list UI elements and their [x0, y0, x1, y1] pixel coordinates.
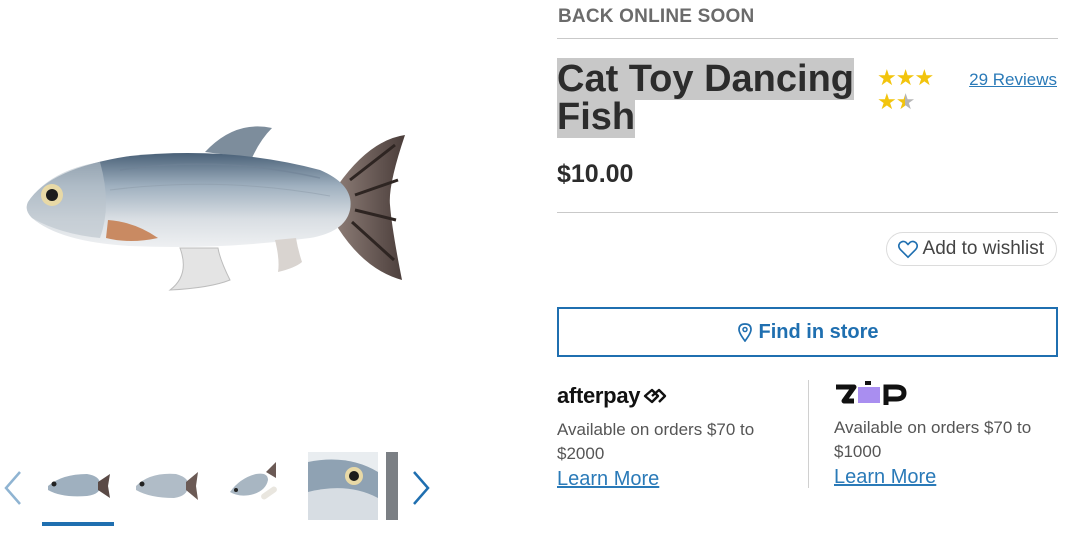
carousel-next-button[interactable] [406, 468, 434, 508]
product-title: Cat Toy Dancing Fish [557, 58, 871, 138]
thumbnail-carousel [0, 452, 440, 532]
thumbnail-3[interactable] [220, 452, 290, 520]
fish-thumbnail-image [136, 472, 198, 500]
chevron-right-icon [413, 471, 430, 505]
thumbnail-5[interactable] [386, 452, 398, 520]
product-gallery [0, 0, 520, 535]
star-icon: ★ [877, 89, 897, 114]
star-icon: ★ [914, 65, 934, 90]
afterpay-arrows-icon [644, 388, 667, 404]
product-main-image[interactable] [20, 110, 415, 310]
fish-thumbnail-image [308, 452, 378, 520]
location-pin-icon [737, 323, 752, 342]
zip-logo: zip [834, 378, 1058, 410]
thumbnail-1[interactable] [42, 452, 112, 520]
zip-logo-mark [836, 381, 907, 405]
divider [557, 38, 1058, 39]
find-store-label: Find in store [758, 320, 879, 343]
star-icon: ★ [877, 65, 897, 90]
fish-thumbnail-image [48, 474, 110, 498]
product-price: $10.00 [557, 160, 634, 188]
zip-learn-more-link[interactable]: Learn More [834, 466, 936, 489]
afterpay-block: afterpay Available on orders $70 to $200… [557, 378, 797, 491]
star-icon: ★ [895, 65, 916, 90]
chevron-left-icon [4, 471, 21, 505]
product-info-panel: BACK ONLINE SOON Cat Toy Dancing Fish ★★… [557, 0, 1058, 535]
afterpay-learn-more-link[interactable]: Learn More [557, 468, 659, 491]
afterpay-description: Available on orders $70 to $2000 [557, 420, 755, 463]
heart-icon [897, 240, 918, 259]
availability-status: BACK ONLINE SOON [558, 6, 755, 27]
thumbnail-2[interactable] [132, 452, 202, 520]
carousel-prev-button[interactable] [0, 468, 28, 508]
rating-stars: ★★★ ★★ [877, 66, 953, 114]
add-to-wishlist-button[interactable]: Add to wishlist [885, 232, 1057, 266]
afterpay-logo: afterpay [557, 378, 797, 414]
product-title-text: Cat Toy Dancing Fish [557, 58, 854, 138]
fish-thumbnail-image [230, 462, 277, 500]
zip-block: zip Available on orders $70 to $1000 Lea… [834, 378, 1058, 489]
active-thumbnail-indicator [42, 522, 114, 526]
afterpay-logo-text: afterpay [557, 383, 641, 408]
find-in-store-button[interactable]: Find in store [557, 307, 1058, 357]
reviews-link[interactable]: 29 Reviews [969, 70, 1057, 90]
fish-image [26, 126, 405, 291]
zip-description: Available on orders $70 to $1000 [834, 418, 1032, 461]
thumbnail-4[interactable] [308, 452, 378, 520]
star-half-icon: ★ [895, 89, 916, 114]
divider [557, 212, 1058, 213]
payments-divider [808, 380, 809, 488]
wishlist-label: Add to wishlist [922, 238, 1044, 259]
